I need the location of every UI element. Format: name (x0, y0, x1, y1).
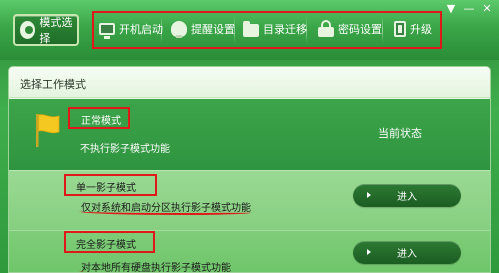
toolbar-item-label: 开机启动 (119, 23, 163, 36)
play-arrow-icon (367, 192, 371, 198)
window-controls: ▼ — ✕ (445, 3, 493, 15)
monitor-icon (99, 23, 115, 39)
enter-button-label: 进入 (397, 249, 417, 260)
flag-icon (36, 114, 60, 147)
enter-single-shadow-button[interactable]: 进入 (353, 184, 461, 207)
top-toolbar: ▼ — ✕ 模式选择 开机启动 提醒设置 目录迁移 密码设置 升级 (0, 0, 499, 60)
play-arrow-icon (367, 249, 371, 255)
upgrade-icon (394, 21, 406, 37)
toolbar-item-reminder[interactable]: 提醒设置 (171, 12, 235, 46)
highlight-underline (79, 269, 257, 272)
close-icon[interactable]: ✕ (481, 3, 493, 15)
toolbar-item-label: 密码设置 (338, 23, 382, 36)
mode-row-full-shadow: 完全影子模式 对本地所有硬盘执行影子模式功能 进入 (9, 230, 490, 272)
toolbar-item-migrate[interactable]: 目录迁移 (243, 12, 307, 46)
work-mode-panel: 选择工作模式 正常模式 不执行影子模式功能 当前状态 单一影子模式 仅对系统和启… (8, 66, 491, 273)
bulb-icon (171, 21, 187, 38)
current-status-label: 当前状态 (378, 127, 422, 140)
highlight-underline (79, 209, 251, 215)
lock-icon (318, 20, 334, 37)
toolbar-item-upgrade[interactable]: 升级 (394, 12, 432, 46)
toolbar-divider (306, 17, 307, 43)
mode-row-single-shadow: 单一影子模式 仅对系统和启动分区执行影子模式功能 进入 (9, 170, 490, 230)
toolbar-divider (234, 17, 235, 43)
toolbar-divider (161, 17, 162, 43)
mode-row-normal[interactable]: 正常模式 不执行影子模式功能 当前状态 (9, 99, 490, 170)
toolbar-item-startup[interactable]: 开机启动 (99, 12, 163, 46)
mode-title: 正常模式 (68, 107, 130, 129)
gear-icon (20, 21, 36, 39)
mode-select-label: 模式选择 (39, 16, 73, 45)
menu-icon[interactable]: ▼ (445, 3, 457, 15)
mode-description: 不执行影子模式功能 (80, 144, 170, 155)
mode-title: 完全影子模式 (64, 231, 155, 253)
mode-title: 单一影子模式 (64, 174, 157, 196)
toolbar-item-password[interactable]: 密码设置 (318, 12, 382, 46)
toolbar-item-label: 目录迁移 (263, 23, 307, 36)
minimize-icon[interactable]: — (463, 3, 475, 15)
toolbar-item-label: 提醒设置 (191, 23, 235, 36)
enter-button-label: 进入 (397, 192, 417, 203)
panel-title: 选择工作模式 (9, 67, 490, 98)
toolbar-divider (382, 17, 383, 43)
mode-select-button[interactable]: 模式选择 (13, 14, 79, 46)
folder-icon (243, 20, 259, 37)
enter-full-shadow-button[interactable]: 进入 (353, 241, 461, 264)
toolbar-item-label: 升级 (410, 23, 432, 36)
